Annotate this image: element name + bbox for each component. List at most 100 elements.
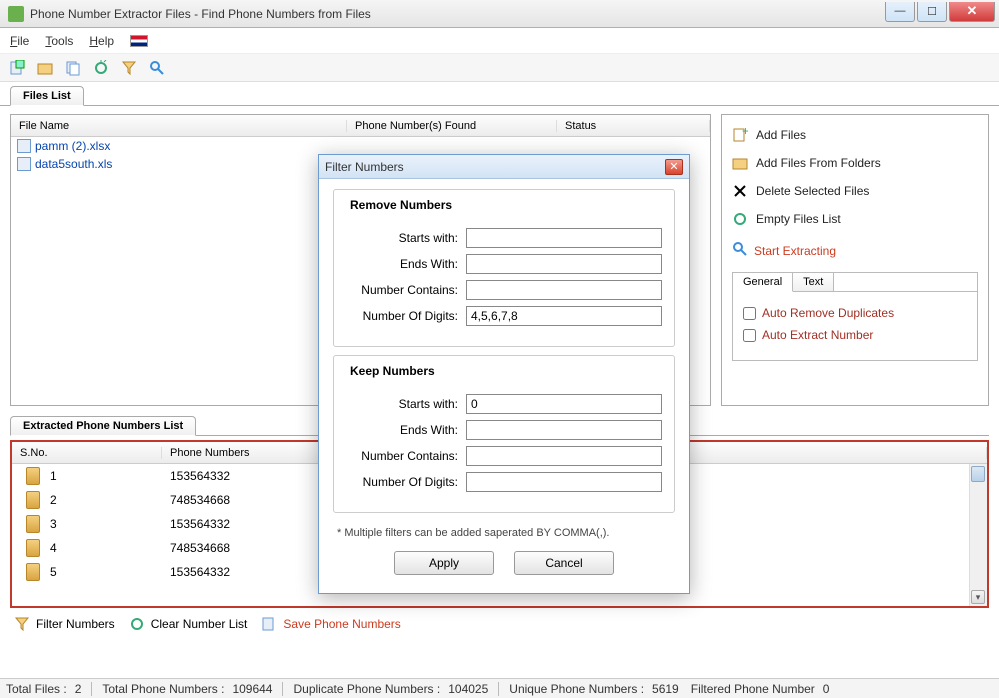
files-column-header: File Name Phone Number(s) Found Status (11, 115, 710, 137)
file-row[interactable]: pamm (2).xlsx (11, 137, 710, 155)
status-total-phone-label: Total Phone Numbers : (102, 682, 224, 696)
status-unique: 5619 (652, 682, 679, 696)
menu-help[interactable]: Help (89, 34, 114, 48)
phone-icon (26, 563, 40, 581)
close-button[interactable]: ✕ (949, 2, 995, 22)
status-unique-label: Unique Phone Numbers : (509, 682, 644, 696)
status-filtered: 0 (823, 682, 830, 696)
language-flag-icon[interactable] (130, 35, 148, 47)
toolbar-search-icon[interactable] (148, 59, 166, 77)
add-file-icon: + (732, 127, 748, 143)
refresh-icon (732, 211, 748, 227)
status-total-files-label: Total Files : (6, 682, 67, 696)
toolbar (0, 54, 999, 82)
remove-numbers-group: Remove Numbers Starts with: Ends With: N… (333, 189, 675, 347)
folder-icon (732, 155, 748, 171)
window-title: Phone Number Extractor Files - Find Phon… (30, 7, 883, 21)
input-keep-digits[interactable] (466, 472, 662, 492)
filter-numbers-dialog: Filter Numbers ✕ Remove Numbers Starts w… (318, 154, 690, 594)
label-keep-starts: Starts with: (346, 397, 466, 411)
minimize-button[interactable]: — (885, 2, 915, 22)
label-keep-digits: Number Of Digits: (346, 475, 466, 489)
clear-number-list-button[interactable]: Clear Number List (129, 616, 248, 632)
label-keep-ends: Ends With: (346, 423, 466, 437)
phone-icon (26, 491, 40, 509)
add-files-button[interactable]: + Add Files (732, 121, 978, 149)
refresh-icon (129, 616, 145, 632)
keep-numbers-group: Keep Numbers Starts with: Ends With: Num… (333, 355, 675, 513)
toolbar-clear-icon[interactable] (92, 59, 110, 77)
statusbar: Total Files : 2 Total Phone Numbers : 10… (0, 678, 999, 698)
empty-files-list-button[interactable]: Empty Files List (732, 205, 978, 233)
scrollbar-down-icon[interactable]: ▾ (971, 590, 985, 604)
cancel-button[interactable]: Cancel (514, 551, 614, 575)
start-extracting-button[interactable]: Start Extracting (732, 233, 978, 268)
menu-file[interactable]: File (10, 34, 29, 48)
toolbar-filter-icon[interactable] (120, 59, 138, 77)
filter-icon (14, 616, 30, 632)
input-remove-contains[interactable] (466, 280, 662, 300)
status-total-files: 2 (75, 682, 82, 696)
save-icon (261, 616, 277, 632)
side-panel: + Add Files Add Files From Folders Delet… (721, 114, 989, 406)
phone-icon (26, 467, 40, 485)
toolbar-copy-icon[interactable] (64, 59, 82, 77)
input-keep-starts[interactable] (466, 394, 662, 414)
scrollbar-track[interactable] (969, 464, 987, 606)
main-tabstrip: Files List (0, 82, 999, 106)
label-keep-contains: Number Contains: (346, 449, 466, 463)
status-filtered-label: Filtered Phone Number (691, 682, 815, 696)
input-keep-contains[interactable] (466, 446, 662, 466)
bottom-actions: Filter Numbers Clear Number List Save Ph… (0, 608, 999, 636)
label-remove-contains: Number Contains: (346, 283, 466, 297)
excel-file-icon (17, 157, 31, 171)
dialog-close-button[interactable]: ✕ (665, 159, 683, 175)
status-dup-label: Duplicate Phone Numbers : (293, 682, 440, 696)
svg-text:+: + (742, 127, 748, 138)
scrollbar-thumb[interactable] (971, 466, 985, 482)
checkbox-auto-extract-number[interactable] (743, 329, 756, 342)
menu-tools[interactable]: Tools (45, 34, 73, 48)
apply-button[interactable]: Apply (394, 551, 494, 575)
toolbar-add-file-icon[interactable] (8, 59, 26, 77)
col-filename[interactable]: File Name (11, 120, 347, 132)
col-sno[interactable]: S.No. (12, 447, 162, 459)
input-remove-digits[interactable] (466, 306, 662, 326)
input-remove-starts[interactable] (466, 228, 662, 248)
tab-general[interactable]: General (733, 273, 793, 292)
input-remove-ends[interactable] (466, 254, 662, 274)
delete-selected-files-button[interactable]: Delete Selected Files (732, 177, 978, 205)
dialog-title: Filter Numbers (325, 160, 665, 174)
tab-text[interactable]: Text (793, 273, 834, 291)
tab-files-list[interactable]: Files List (10, 86, 84, 106)
remove-numbers-title: Remove Numbers (346, 198, 456, 212)
delete-icon (732, 183, 748, 199)
col-status[interactable]: Status (557, 120, 710, 132)
add-files-from-folders-button[interactable]: Add Files From Folders (732, 149, 978, 177)
menubar: File Tools Help (0, 28, 999, 54)
keep-numbers-title: Keep Numbers (346, 364, 439, 378)
save-phone-numbers-button[interactable]: Save Phone Numbers (261, 616, 400, 632)
dialog-titlebar[interactable]: Filter Numbers ✕ (319, 155, 689, 179)
label-remove-digits: Number Of Digits: (346, 309, 466, 323)
filter-note: * Multiple filters can be added saperate… (333, 521, 675, 551)
phone-icon (26, 515, 40, 533)
col-found[interactable]: Phone Number(s) Found (347, 120, 557, 132)
opt-auto-extract-number[interactable]: Auto Extract Number (743, 324, 967, 346)
side-subtabs: General Text Auto Remove Duplicates Auto… (732, 272, 978, 361)
input-keep-ends[interactable] (466, 420, 662, 440)
titlebar: Phone Number Extractor Files - Find Phon… (0, 0, 999, 28)
maximize-button[interactable]: ☐ (917, 2, 947, 22)
app-icon (8, 6, 24, 22)
label-remove-starts: Starts with: (346, 231, 466, 245)
status-total-phone: 109644 (232, 682, 272, 696)
checkbox-auto-remove-duplicates[interactable] (743, 307, 756, 320)
file-name: data5south.xls (35, 157, 112, 171)
tab-extracted-list[interactable]: Extracted Phone Numbers List (10, 416, 196, 436)
label-remove-ends: Ends With: (346, 257, 466, 271)
file-name: pamm (2).xlsx (35, 139, 110, 153)
toolbar-add-folder-icon[interactable] (36, 59, 54, 77)
opt-auto-remove-duplicates[interactable]: Auto Remove Duplicates (743, 302, 967, 324)
filter-numbers-button[interactable]: Filter Numbers (14, 616, 115, 632)
search-icon (732, 241, 748, 260)
